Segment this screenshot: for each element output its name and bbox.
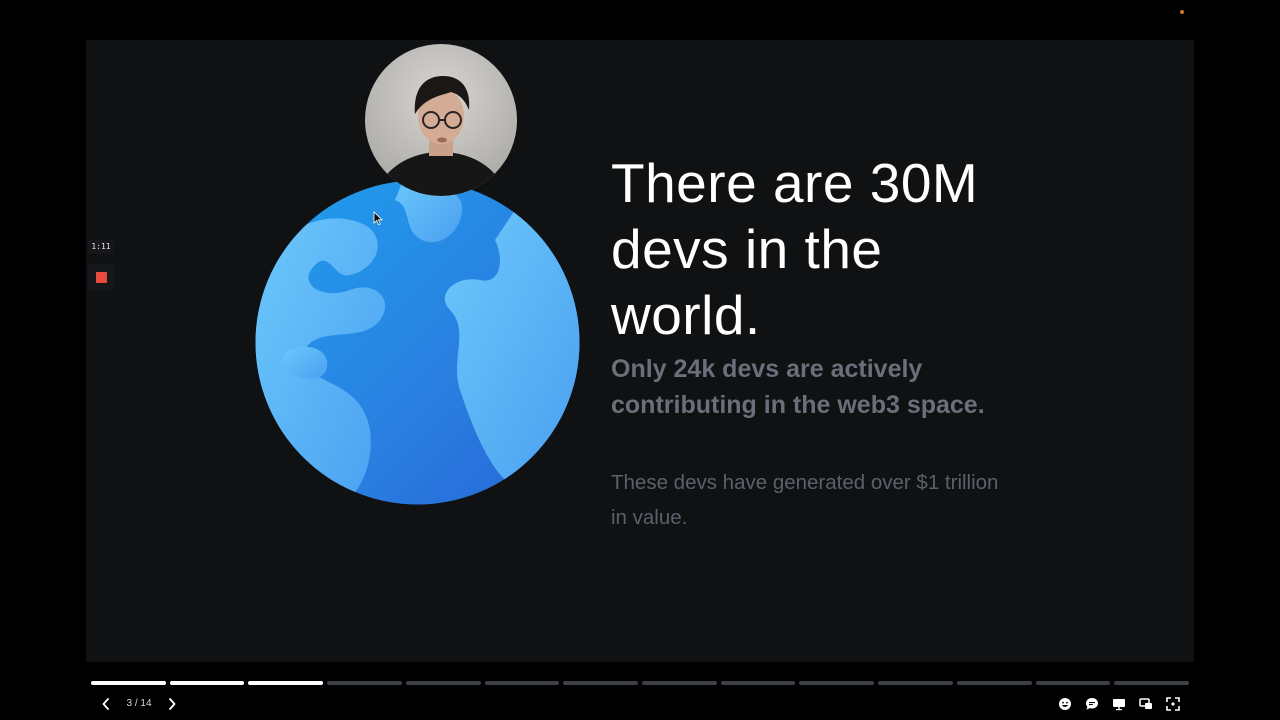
comments-button[interactable] bbox=[1083, 695, 1101, 713]
progress-segment-8[interactable] bbox=[642, 681, 717, 685]
fullscreen-button[interactable] bbox=[1164, 695, 1182, 713]
progress-segment-13[interactable] bbox=[1035, 681, 1111, 685]
chevron-right-icon bbox=[169, 698, 176, 710]
previous-slide-button[interactable] bbox=[98, 696, 114, 712]
slide-headline: There are 30M devs in the world. bbox=[611, 152, 979, 346]
mouse-cursor-icon bbox=[373, 211, 383, 226]
emoji-icon bbox=[1059, 698, 1071, 710]
comment-icon bbox=[1086, 698, 1098, 710]
picture-in-picture-button[interactable] bbox=[1137, 695, 1155, 713]
progress-segment-9[interactable] bbox=[720, 681, 796, 685]
chevron-left-icon bbox=[102, 698, 109, 710]
reactions-button[interactable] bbox=[1056, 695, 1074, 713]
recording-timer: 1:11 bbox=[88, 240, 114, 254]
progress-segment-7[interactable] bbox=[563, 681, 639, 685]
progress-segment-2[interactable] bbox=[169, 681, 245, 685]
progress-segment-11[interactable] bbox=[878, 681, 953, 685]
slide-progress-bar[interactable] bbox=[91, 681, 1190, 685]
stop-icon bbox=[95, 271, 107, 283]
progress-segment-14[interactable] bbox=[1114, 681, 1190, 685]
picture-in-picture-icon bbox=[1139, 698, 1152, 709]
slide-subheadline: Only 24k devs are actively contributing … bbox=[611, 355, 985, 419]
present-button[interactable] bbox=[1110, 695, 1128, 713]
progress-segment-6[interactable] bbox=[484, 681, 560, 685]
slide-body-text: These devs have generated over $1 trilli… bbox=[611, 471, 999, 529]
progress-segment-10[interactable] bbox=[799, 681, 875, 685]
fullscreen-icon bbox=[1166, 697, 1180, 711]
progress-segment-5[interactable] bbox=[405, 681, 481, 685]
presentation-icon bbox=[1113, 699, 1125, 711]
progress-segment-12[interactable] bbox=[956, 681, 1032, 685]
stop-recording-button[interactable] bbox=[88, 264, 114, 290]
status-dot bbox=[1180, 10, 1184, 14]
presenter-avatar bbox=[365, 44, 517, 196]
player-controls: 3 / 14 bbox=[86, 688, 1194, 720]
progress-segment-3[interactable] bbox=[248, 681, 324, 685]
next-slide-button[interactable] bbox=[164, 696, 180, 712]
page-counter: 3 / 14 bbox=[126, 698, 152, 709]
globe-illustration bbox=[255, 180, 580, 505]
progress-segment-4[interactable] bbox=[327, 681, 402, 685]
progress-segment-1[interactable] bbox=[91, 681, 166, 685]
